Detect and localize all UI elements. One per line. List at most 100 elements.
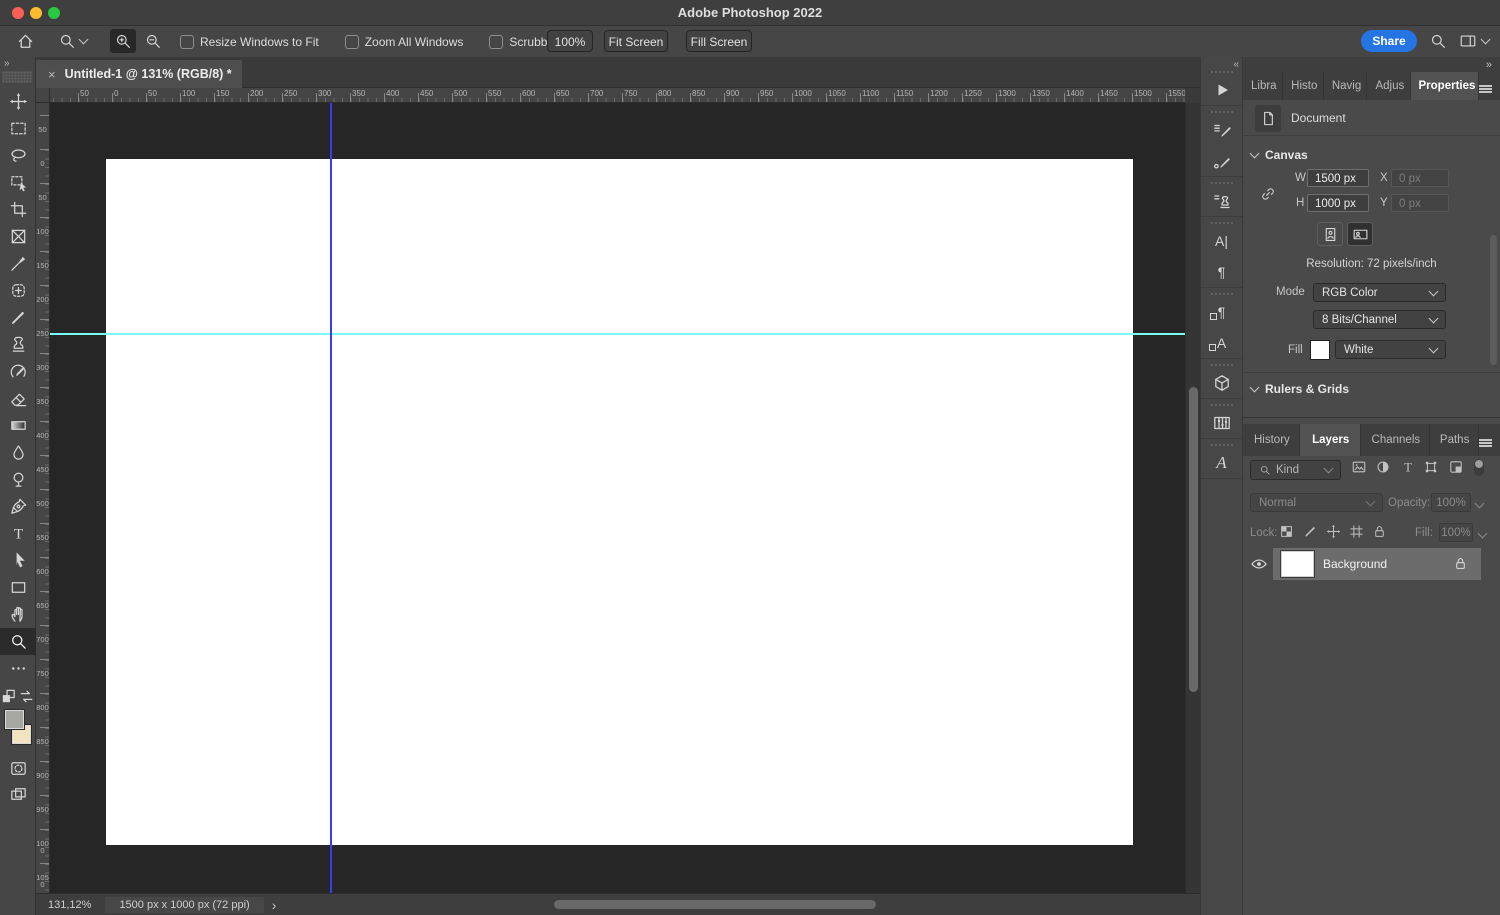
checkbox[interactable] [180,35,194,49]
x-field[interactable]: 0 px [1391,169,1449,187]
tab-properties[interactable]: Properties [1411,72,1479,100]
dock-panel-brushes-icon[interactable] [1201,145,1242,176]
workspace-switcher[interactable] [1455,29,1493,53]
tools-panel-expand-icon[interactable]: » [4,58,9,69]
checkbox[interactable] [489,35,503,49]
mode-dropdown[interactable]: RGB Color [1313,283,1446,302]
y-field[interactable]: 0 px [1391,194,1449,212]
dock-group-grabber[interactable] [1211,364,1233,366]
filter-adjustment-layers-icon[interactable] [1375,459,1391,475]
vertical-guide[interactable] [330,103,332,893]
layer-name[interactable]: Background [1323,557,1387,571]
tool-blur[interactable] [0,439,36,466]
fill-dropdown[interactable]: White [1335,340,1446,359]
tool-frame[interactable] [0,223,36,250]
vertical-scrollbar-thumb[interactable] [1189,387,1198,692]
screen-mode-button[interactable] [0,781,36,808]
dock-group-grabber[interactable] [1211,404,1233,406]
opacity-chevron-icon[interactable] [1475,499,1485,509]
landscape-orientation-button[interactable] [1347,222,1373,246]
tool-brush[interactable] [0,304,36,331]
tool-move[interactable] [0,88,36,115]
tool-clone-stamp[interactable] [0,331,36,358]
lock-pixels-icon[interactable] [1303,524,1319,540]
fill-chevron-icon[interactable] [1478,529,1488,539]
tab-adjustments[interactable]: Adjus [1367,72,1410,100]
dock-panel-glyphs-icon[interactable]: A [1201,447,1242,478]
share-button[interactable]: Share [1361,30,1417,52]
zoom-in-button[interactable] [110,29,136,53]
tool-gradient[interactable] [0,412,36,439]
checkbox[interactable] [345,35,359,49]
tab-channels[interactable]: Channels [1361,424,1430,456]
tool-object-selection[interactable] [0,169,36,196]
swap-colors-icon[interactable] [15,687,37,705]
canvas-section-header[interactable]: Canvas [1251,148,1308,162]
dock-group-grabber[interactable] [1211,444,1233,446]
dock-group-grabber[interactable] [1211,182,1233,184]
fill-opacity-field[interactable]: 100% [1439,523,1473,542]
canvas[interactable] [106,159,1133,845]
dock-panel-actions-icon[interactable] [1201,74,1242,105]
layer-visibility-eye-icon[interactable] [1250,555,1268,573]
layer-thumbnail[interactable] [1281,551,1314,577]
panel-menu-icon[interactable] [1479,85,1492,87]
lock-position-icon[interactable] [1326,524,1342,540]
tab-histogram[interactable]: Histo [1283,72,1324,100]
status-zoom-level[interactable]: 131,12% [48,899,91,911]
tab-paths[interactable]: Paths [1430,424,1479,456]
panels-collapse-icon[interactable]: » [1486,59,1492,71]
dock-panel-brush-settings-icon[interactable] [1201,114,1242,145]
bit-depth-dropdown[interactable]: 8 Bits/Channel [1313,310,1446,329]
panel-menu-icon[interactable] [1479,439,1492,441]
tool-path-selection[interactable] [0,547,36,574]
dock-panel-3d-icon[interactable] [1201,367,1242,398]
width-field[interactable]: 1500 px [1307,169,1369,187]
dock-panel-paragraph-icon[interactable]: ¶ [1201,256,1242,287]
dock-panel-pattern-preview-icon[interactable] [1201,407,1242,438]
horizontal-scrollbar[interactable] [276,894,1200,915]
dock-panel-paragraph-styles-icon[interactable]: ¶ [1201,296,1242,327]
blend-mode-dropdown[interactable]: Normal [1250,493,1383,512]
horizontal-scrollbar-thumb[interactable] [554,900,876,909]
home-button[interactable] [12,29,38,53]
tools-panel-grabber[interactable] [2,71,32,83]
properties-scrollbar-thumb[interactable] [1490,235,1497,365]
canvas-viewport[interactable] [50,103,1185,893]
vertical-scrollbar[interactable] [1185,103,1200,893]
horizontal-ruler[interactable]: 5005010015020025030035040045050055060065… [50,88,1185,103]
tool-lasso[interactable] [0,142,36,169]
dock-group-grabber[interactable] [1211,71,1233,73]
fit-screen-button[interactable]: Fit Screen [604,30,668,52]
tool-eyedropper[interactable] [0,250,36,277]
quick-mask-button[interactable] [0,755,36,782]
horizontal-guide[interactable] [50,333,1185,335]
tool-crop[interactable] [0,196,36,223]
lock-transparency-icon[interactable] [1279,524,1295,540]
tool-pen[interactable] [0,493,36,520]
zoom-out-button[interactable] [140,29,166,53]
close-tab-icon[interactable]: × [48,67,56,82]
rulers-grids-section-header[interactable]: Rulers & Grids [1251,382,1349,396]
zoom-percentage-field[interactable]: 100% [547,30,593,52]
fill-color-swatch[interactable] [1310,340,1330,360]
dock-expand-icon[interactable]: « [1233,59,1238,70]
fill-screen-button[interactable]: Fill Screen [686,30,752,52]
tool-dodge[interactable] [0,466,36,493]
tool-zoom[interactable] [0,628,36,655]
dock-panel-clone-source-icon[interactable] [1201,185,1242,216]
layer-filter-kind-dropdown[interactable]: Kind [1250,460,1341,480]
tool-history-brush[interactable] [0,358,36,385]
zoom-tool-preset[interactable] [52,29,92,53]
link-dimensions-icon[interactable] [1259,176,1277,212]
filter-shape-layers-icon[interactable] [1423,459,1439,475]
height-field[interactable]: 1000 px [1307,194,1369,212]
tool-type[interactable] [0,520,36,547]
filter-pixel-layers-icon[interactable] [1351,459,1367,475]
tab-libraries[interactable]: Libra [1243,72,1283,100]
search-icon[interactable] [1425,29,1451,53]
tab-navigator[interactable]: Navig [1324,72,1368,100]
tab-layers[interactable]: Layers [1300,424,1360,456]
opacity-field[interactable]: 100% [1431,493,1471,512]
dock-group-grabber[interactable] [1211,222,1233,224]
